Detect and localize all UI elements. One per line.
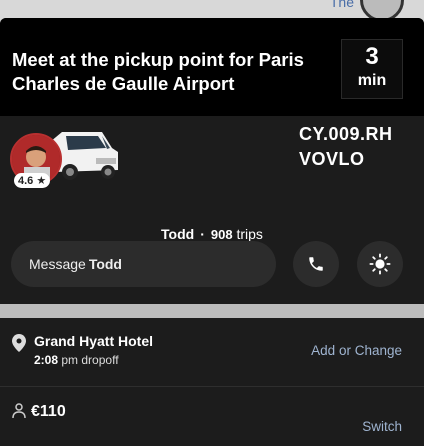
eta-value: 3 — [365, 43, 379, 70]
separator-dot: · — [200, 226, 205, 242]
eta-unit: min — [357, 72, 387, 89]
pickup-headline: Meet at the pickup point for Paris Charl… — [12, 49, 304, 94]
trip-details: Grand Hyatt Hotel 2:08 pm dropoff Add or… — [0, 318, 424, 446]
driver-name: Todd — [161, 226, 195, 242]
add-or-change-link[interactable]: Add or Change — [311, 343, 402, 358]
call-driver-button[interactable] — [293, 241, 339, 287]
message-driver-name: Todd — [88, 256, 122, 272]
dropoff-time: 2:08 pm dropoff — [34, 353, 119, 367]
divider — [0, 386, 424, 387]
fare-price: €110 — [31, 403, 66, 420]
switch-link[interactable]: Switch — [362, 419, 402, 434]
location-pin-icon — [12, 334, 26, 352]
brightness-icon — [369, 253, 391, 275]
dropoff-time-suffix: pm dropoff — [61, 353, 119, 367]
plate-line-1: CY.009.RH — [299, 124, 393, 144]
trips-count: 908 — [210, 227, 233, 242]
phone-icon — [309, 257, 323, 271]
map-label: The — [329, 0, 354, 10]
eta-badge: 3 min — [341, 39, 403, 99]
pickup-header: Meet at the pickup point for Paris Charl… — [0, 18, 424, 116]
brightness-button[interactable] — [357, 241, 403, 287]
trips-label: trips — [236, 226, 263, 242]
dropoff-time-value: 2:08 — [34, 353, 59, 367]
destination-name: Grand Hyatt Hotel — [34, 333, 154, 349]
driver-rating: 4.6 ★ — [14, 173, 51, 188]
message-prefix: Message — [29, 256, 86, 272]
plate-line-2: VOVLO — [299, 149, 365, 169]
license-plate: CY.009.RH VOVLO — [299, 122, 393, 172]
passenger-icon — [12, 403, 26, 419]
trip-sheet: Meet at the pickup point for Paris Charl… — [0, 18, 424, 304]
message-driver-button[interactable]: Message Todd — [11, 241, 276, 287]
driver-summary: Todd · 908 trips — [0, 226, 424, 242]
map-strip — [0, 304, 424, 318]
